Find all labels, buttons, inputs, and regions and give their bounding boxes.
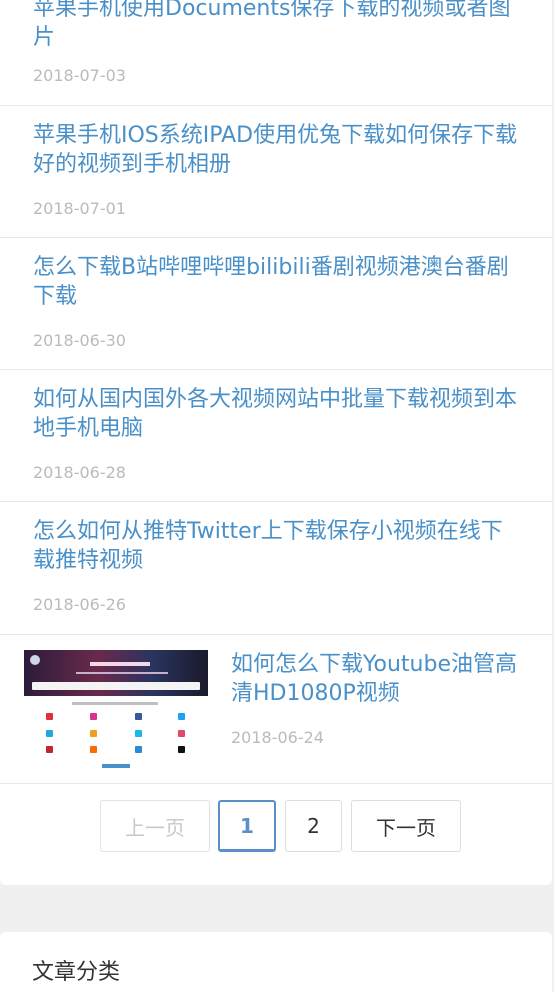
prev-page-button[interactable]: 上一页 <box>100 800 210 852</box>
article-date: 2018-06-26 <box>33 595 126 614</box>
site-icon <box>90 746 97 753</box>
site-icon <box>90 730 97 737</box>
article-date: 2018-07-01 <box>33 199 126 218</box>
site-icon <box>46 730 53 737</box>
category-section: 文章分类 <box>0 932 552 992</box>
article-thumbnail[interactable] <box>24 650 208 768</box>
thumbnail-logo-icon <box>30 655 40 665</box>
article-title[interactable]: 怎么下载B站哔哩哔哩bilibili番剧视频港澳台番剧下载 <box>33 253 522 311</box>
article-date: 2018-06-28 <box>33 463 126 482</box>
site-icon <box>135 730 142 737</box>
site-icon <box>135 713 142 720</box>
site-icon <box>90 713 97 720</box>
article-title[interactable]: 怎么如何从推特Twitter上下载保存小视频在线下载推特视频 <box>33 517 522 575</box>
article-date: 2018-07-03 <box>33 66 126 85</box>
site-icon <box>178 730 185 737</box>
site-icon <box>178 746 185 753</box>
article-item[interactable]: 怎么下载B站哔哩哔哩bilibili番剧视频港澳台番剧下载 2018-06-30 <box>0 238 552 370</box>
thumbnail-banner <box>24 650 208 696</box>
article-list-card: 苹果手机使用Documents保存下载的视频或者图片 2018-07-03 苹果… <box>0 0 552 885</box>
article-date: 2018-06-30 <box>33 331 126 350</box>
page-2-button[interactable]: 2 <box>285 800 342 852</box>
site-icon <box>46 713 53 720</box>
page-1-button[interactable]: 1 <box>218 800 276 852</box>
article-date: 2018-06-24 <box>231 728 324 747</box>
article-title[interactable]: 如何怎么下载Youtube油管高清HD1080P视频 <box>231 650 522 708</box>
next-page-button[interactable]: 下一页 <box>351 800 461 852</box>
article-item[interactable]: 苹果手机IOS系统IPAD使用优兔下载如何保存下载好的视频到手机相册 2018-… <box>0 105 552 238</box>
section-heading: 文章分类 <box>32 960 121 985</box>
article-title[interactable]: 苹果手机使用Documents保存下载的视频或者图片 <box>33 0 522 52</box>
article-title[interactable]: 苹果手机IOS系统IPAD使用优兔下载如何保存下载好的视频到手机相册 <box>33 121 522 179</box>
article-item[interactable]: 怎么如何从推特Twitter上下载保存小视频在线下载推特视频 2018-06-2… <box>0 502 552 635</box>
site-icon <box>135 746 142 753</box>
site-icon <box>46 746 53 753</box>
article-item[interactable]: 如何从国内国外各大视频网站中批量下载视频到本地手机电脑 2018-06-28 <box>0 370 552 502</box>
article-item[interactable]: 苹果手机使用Documents保存下载的视频或者图片 2018-07-03 <box>0 0 552 106</box>
article-title[interactable]: 如何从国内国外各大视频网站中批量下载视频到本地手机电脑 <box>33 385 522 443</box>
site-icon <box>178 713 185 720</box>
